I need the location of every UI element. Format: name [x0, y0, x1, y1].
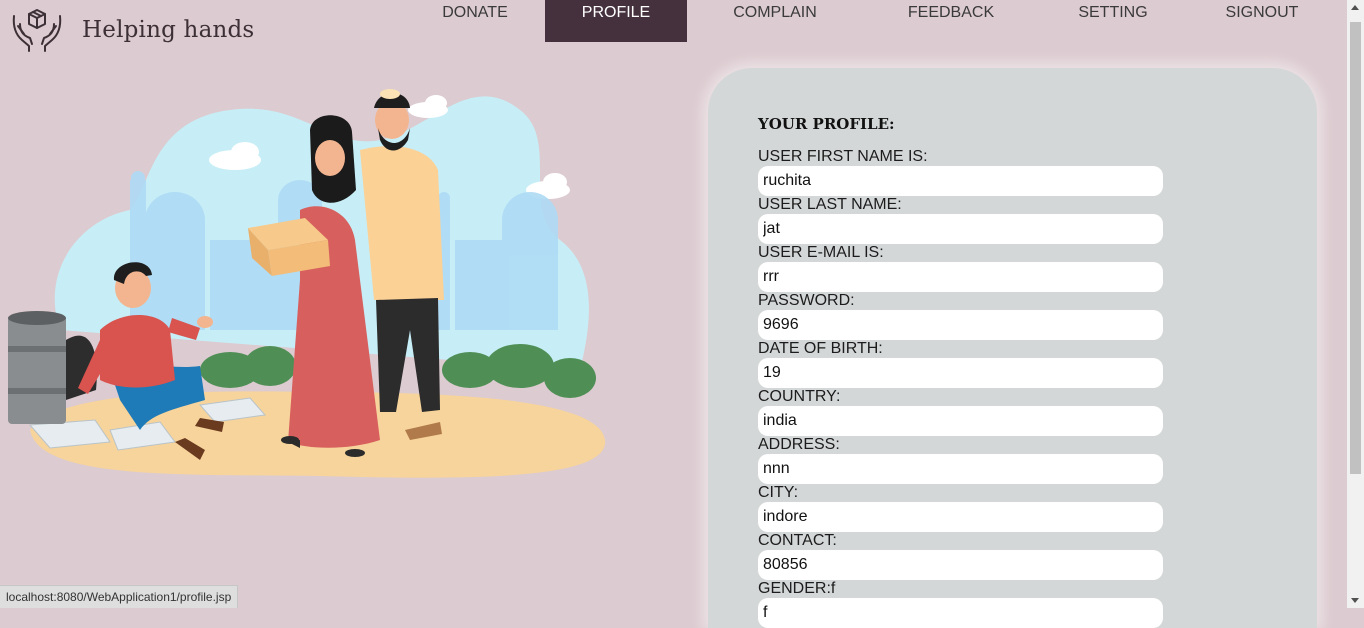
status-bar-url: localhost:8080/WebApplication1/profile.j…	[0, 585, 239, 608]
nav-setting[interactable]: SETTING	[1043, 0, 1183, 42]
first-name-input[interactable]	[758, 166, 1163, 196]
profile-panel: YOUR PROFILE: USER FIRST NAME IS: USER L…	[708, 68, 1317, 628]
nav-feedback[interactable]: FEEDBACK	[881, 0, 1021, 42]
email-label: USER E-MAIL IS:	[758, 244, 884, 261]
scroll-up-arrow-icon[interactable]	[1351, 5, 1359, 10]
gender-input[interactable]	[758, 598, 1163, 628]
brand-name: Helping hands	[82, 17, 255, 43]
nav-signout[interactable]: SIGNOUT	[1192, 0, 1332, 42]
last-name-input[interactable]	[758, 214, 1163, 244]
profile-title: YOUR PROFILE:	[758, 115, 895, 133]
city-input[interactable]	[758, 502, 1163, 532]
nav-donate[interactable]: DONATE	[405, 0, 545, 42]
brand: Helping hands	[10, 4, 254, 52]
gender-label: GENDER:f	[758, 580, 836, 597]
password-input[interactable]	[758, 310, 1163, 340]
scroll-thumb[interactable]	[1350, 22, 1361, 474]
charity-donation-illustration	[8, 89, 606, 478]
contact-label: CONTACT:	[758, 532, 837, 549]
country-label: COUNTRY:	[758, 388, 841, 405]
first-name-label: USER FIRST NAME IS:	[758, 148, 928, 165]
nav-profile[interactable]: PROFILE	[545, 0, 687, 42]
city-label: CITY:	[758, 484, 799, 501]
hands-gift-icon	[12, 9, 62, 52]
page-scrollbar[interactable]	[1347, 0, 1364, 608]
address-input[interactable]	[758, 454, 1163, 484]
dob-input[interactable]	[758, 358, 1163, 388]
nav-complain[interactable]: COMPLAIN	[705, 0, 845, 42]
email-input[interactable]	[758, 262, 1163, 292]
scroll-down-arrow-icon[interactable]	[1351, 598, 1359, 603]
contact-input[interactable]	[758, 550, 1163, 580]
dob-label: DATE OF BIRTH:	[758, 340, 883, 357]
address-label: ADDRESS:	[758, 436, 840, 453]
country-input[interactable]	[758, 406, 1163, 436]
last-name-label: USER LAST NAME:	[758, 196, 902, 213]
password-label: PASSWORD:	[758, 292, 855, 309]
